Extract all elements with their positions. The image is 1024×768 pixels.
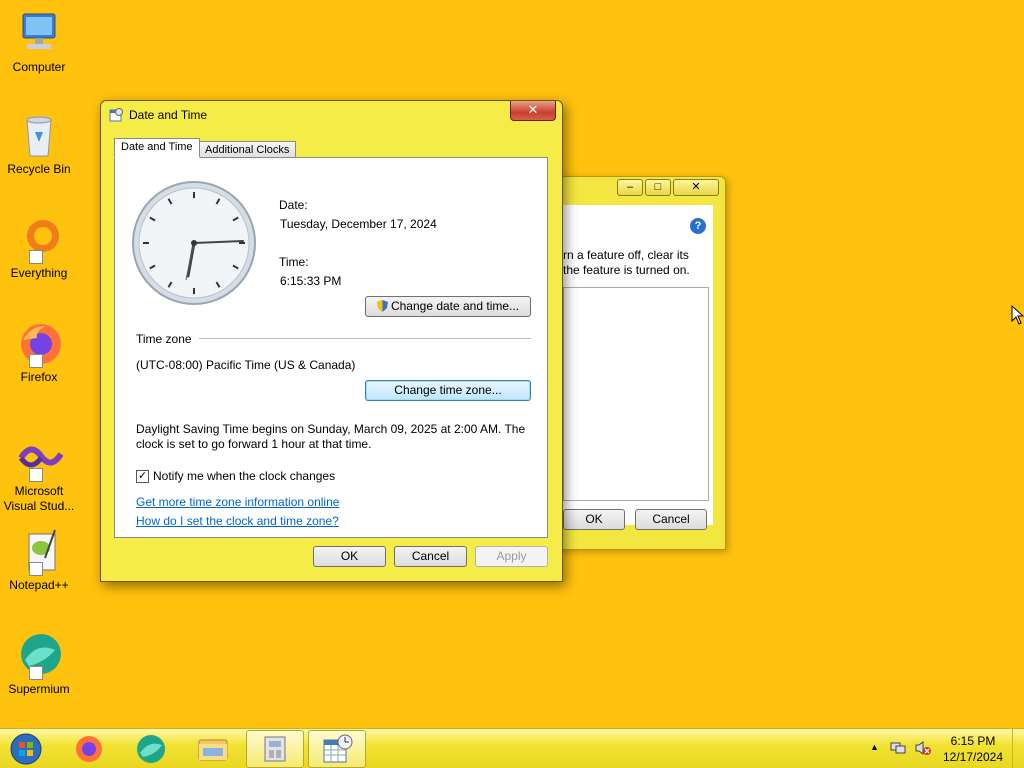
show-hidden-icons-icon[interactable]: ▲	[870, 742, 879, 752]
how-set-clock-link[interactable]: How do I set the clock and time zone?	[136, 514, 339, 528]
computer-icon	[15, 10, 63, 58]
notify-checkbox[interactable]: ✓	[136, 470, 149, 483]
date-time-icon	[109, 108, 123, 122]
timezone-value: (UTC-08:00) Pacific Time (US & Canada)	[136, 358, 356, 372]
change-time-zone-button[interactable]: Change time zone...	[365, 380, 531, 401]
help-text-line: rn a feature off, clear its	[563, 248, 689, 262]
change-date-time-label: Change date and time...	[390, 299, 520, 313]
volume-muted-icon[interactable]	[914, 740, 932, 756]
tab-additional-clocks[interactable]: Additional Clocks	[198, 141, 297, 158]
window-title: Date and Time	[129, 108, 208, 122]
desktop-icon-label: Computer	[12, 60, 66, 74]
close-button[interactable]: ✕	[673, 179, 719, 196]
shortcut-arrow-icon	[29, 354, 43, 368]
desktop-icon-everything[interactable]: Everything	[0, 216, 78, 281]
show-desktop-button[interactable]	[1012, 729, 1024, 768]
notify-checkbox-label[interactable]: Notify me when the clock changes	[153, 469, 335, 483]
ok-button[interactable]: OK	[563, 509, 625, 530]
time-label: Time:	[279, 255, 309, 269]
close-button[interactable]: ✕	[510, 101, 556, 121]
background-window[interactable]: – □ ✕ ? rn a feature off, clear its the …	[548, 176, 726, 550]
desktop-icon-computer[interactable]: Computer	[0, 10, 78, 75]
control-panel-icon	[264, 736, 286, 762]
taskbar: ▲ 6:15 PM 12/17/2024	[0, 728, 1024, 768]
mouse-cursor-icon	[1011, 304, 1024, 328]
help-icon[interactable]: ?	[690, 218, 706, 234]
more-info-link[interactable]: Get more time zone information online	[136, 495, 339, 509]
uac-shield-icon	[376, 299, 388, 312]
desktop-icon-label: Notepad++	[9, 578, 69, 592]
taskbar-date-time[interactable]	[308, 730, 366, 768]
desktop-icon-label: Recycle Bin	[7, 162, 71, 176]
everything-icon	[15, 216, 63, 264]
date-label: Date:	[279, 198, 308, 212]
network-icon[interactable]	[890, 740, 906, 756]
shortcut-arrow-icon	[29, 250, 43, 264]
date-time-icon	[323, 734, 353, 763]
minimize-button[interactable]: –	[617, 179, 643, 196]
analog-clock	[131, 180, 257, 306]
desktop-icon-recycle-bin[interactable]: Recycle Bin	[0, 112, 78, 177]
taskbar-clock-time[interactable]: 6:15 PM	[938, 734, 1008, 748]
date-value: Tuesday, December 17, 2024	[280, 217, 437, 231]
desktop-icon-visual-studio[interactable]: Microsoft Visual Stud...	[0, 434, 78, 514]
desktop-icon-firefox[interactable]: Firefox	[0, 320, 78, 385]
visual-studio-icon	[15, 434, 64, 482]
group-separator	[199, 338, 531, 339]
taskbar-control-panel[interactable]	[246, 730, 304, 768]
start-orb-icon[interactable]	[4, 731, 48, 767]
desktop-icon-supermium[interactable]: Supermium	[0, 632, 78, 697]
ok-button[interactable]: OK	[313, 546, 386, 567]
tab-panel: Date: Tuesday, December 17, 2024 Time: 6…	[114, 157, 548, 538]
apply-button[interactable]: Apply	[475, 546, 548, 567]
cancel-button[interactable]: Cancel	[394, 546, 467, 567]
dst-info-line: clock is set to go forward 1 hour at tha…	[136, 437, 372, 451]
tab-date-and-time[interactable]: Date and Time	[114, 138, 200, 158]
change-date-time-button[interactable]: Change date and time...	[365, 296, 531, 317]
shortcut-arrow-icon	[29, 666, 43, 680]
taskbar-explorer[interactable]	[184, 730, 242, 768]
desktop-icon-label: Supermium	[8, 682, 70, 696]
time-value: 6:15:33 PM	[280, 274, 342, 288]
desktop-icon-label: Microsoft Visual Stud...	[3, 484, 75, 513]
shortcut-arrow-icon	[29, 468, 43, 482]
date-time-dialog[interactable]: Date and Time ✕ Date and Time Additional…	[100, 100, 563, 582]
taskbar-supermium[interactable]	[122, 730, 180, 768]
supermium-icon	[15, 632, 63, 680]
explorer-icon	[198, 739, 228, 761]
taskbar-clock-date[interactable]: 12/17/2024	[938, 750, 1008, 764]
recycle-bin-icon	[15, 112, 63, 160]
shortcut-arrow-icon	[29, 562, 43, 576]
desktop-icon-notepadpp[interactable]: Notepad++	[0, 528, 78, 593]
features-list[interactable]	[563, 287, 709, 501]
desktop-icon-label: Firefox	[20, 370, 58, 384]
dst-info-line: Daylight Saving Time begins on Sunday, M…	[136, 422, 526, 436]
desktop-icon-label: Everything	[10, 266, 68, 280]
cancel-button[interactable]: Cancel	[635, 509, 707, 530]
timezone-heading: Time zone	[136, 332, 192, 346]
help-text-line: the feature is turned on.	[563, 263, 690, 277]
supermium-icon	[137, 735, 165, 763]
taskbar-firefox[interactable]	[60, 730, 118, 768]
notepadpp-icon	[15, 528, 63, 576]
firefox-icon	[76, 736, 102, 762]
title-bar[interactable]: Date and Time ✕	[101, 101, 562, 129]
maximize-button[interactable]: □	[645, 179, 671, 196]
firefox-icon	[15, 320, 63, 368]
